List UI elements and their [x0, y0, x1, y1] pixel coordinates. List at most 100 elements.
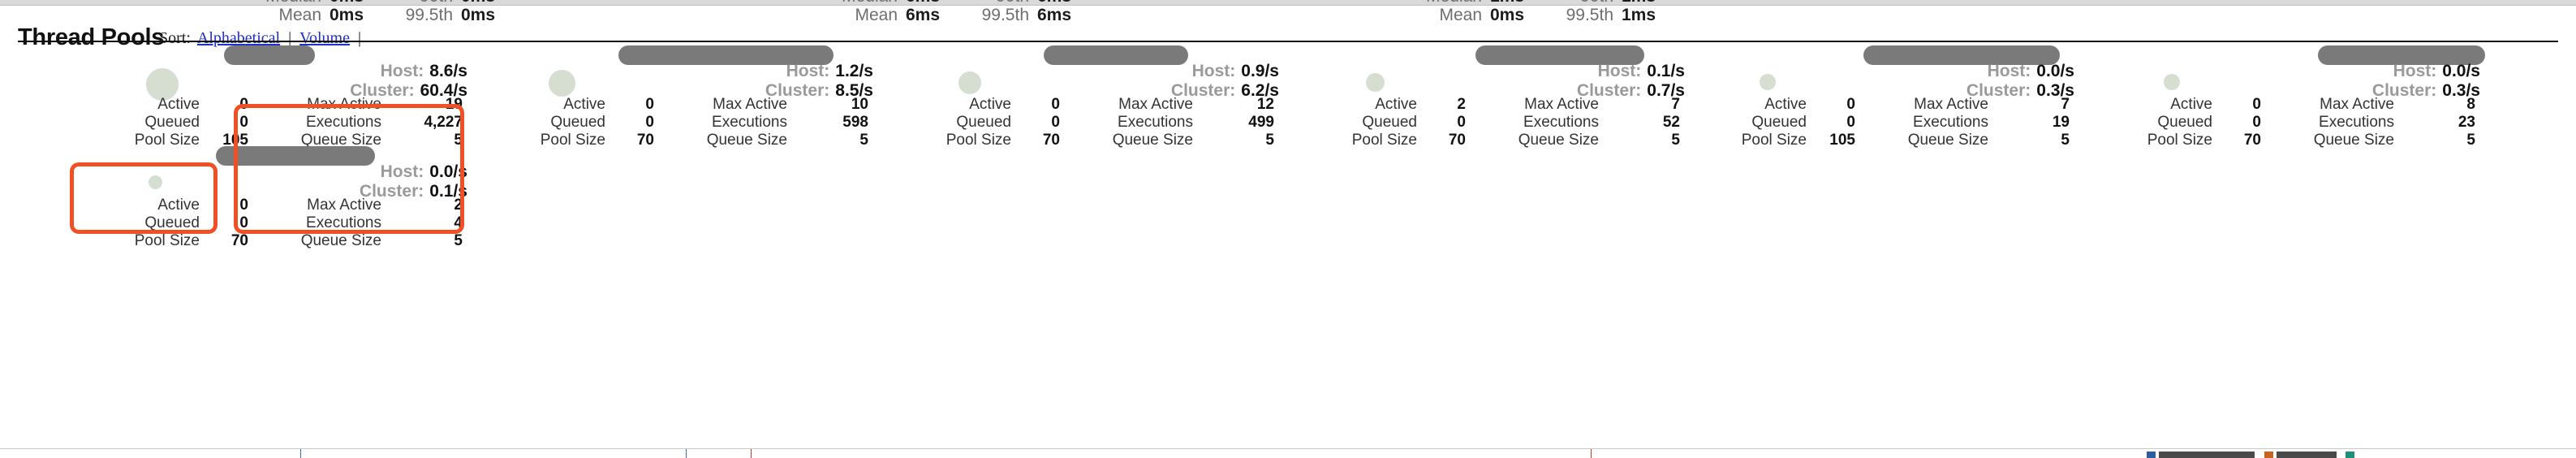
- header-divider: [18, 41, 2558, 42]
- sort-volume-link[interactable]: Volume: [299, 29, 350, 47]
- queue-size-label: Queue Size: [300, 232, 381, 249]
- host-rate-label: Host:: [1191, 62, 1236, 80]
- latency-row-percentile: Median 1ms 90th 1ms: [1412, 0, 1686, 6]
- thread-pool-stats: Active 0 Queued 0 Pool Size 105 Max Active 19 Ex…: [102, 96, 467, 149]
- table-row: Queued 0: [102, 114, 248, 132]
- host-rate-line: Host: 0.0/s: [2372, 62, 2480, 81]
- bottom-marker-4: [1591, 449, 1592, 458]
- sort-label: Sort:: [159, 29, 191, 47]
- table-row: Max Active 7: [1867, 96, 2070, 114]
- thread-pool-volume-circle: [149, 175, 162, 189]
- bottom-chip-4: [2277, 452, 2337, 458]
- bottom-marker-1: [300, 449, 301, 458]
- bottom-chip-1: [2147, 452, 2156, 458]
- thread-pool-rates: Host: 0.9/s Cluster: 6.2/s: [1171, 62, 1279, 101]
- mean-value: 0ms: [1490, 6, 1525, 24]
- queued-label: Queued: [956, 114, 1011, 131]
- thread-pool-stats-right: Max Active 2 Executions 4 Queue Size 5: [260, 197, 463, 250]
- median-label: Median: [1412, 0, 1482, 6]
- thread-pool-card[interactable]: Host: 0.0/s Cluster: 0.3/s Active 0 Queued 0 Poo…: [2109, 45, 2487, 149]
- thread-pool-rates: Host: 0.1/s Cluster: 0.7/s: [1577, 62, 1685, 101]
- table-row: Active 0: [2115, 96, 2261, 114]
- max-active-value: 19: [445, 96, 463, 113]
- queued-value: 0: [2252, 114, 2261, 131]
- queued-label: Queued: [2157, 114, 2212, 131]
- pool-size-value: 70: [230, 232, 248, 249]
- max-active-value: 10: [851, 96, 868, 113]
- table-row: Executions 52: [1477, 114, 1680, 132]
- host-rate-label: Host:: [380, 162, 424, 181]
- max-active-label: Max Active: [1118, 96, 1193, 113]
- thread-pool-card[interactable]: Host: 8.6/s Cluster: 60.4/s Active 0 Queued 0 Po…: [96, 45, 474, 149]
- max-active-label: Max Active: [713, 96, 787, 113]
- queued-label: Queued: [144, 214, 200, 231]
- median-value: 0ms: [330, 0, 373, 6]
- thread-pool-stats-left: Active 0 Queued 0 Pool Size 105: [1709, 96, 1855, 149]
- mean-label: Mean: [855, 6, 898, 24]
- thread-pool-stats-left: Active 0 Queued 0 Pool Size 70: [914, 96, 1060, 149]
- active-value: 0: [1846, 96, 1855, 113]
- queued-value: 0: [1457, 114, 1466, 131]
- table-row: Max Active 12: [1071, 96, 1274, 114]
- executions-value: 4: [454, 214, 463, 231]
- table-row: Max Active 8: [2272, 96, 2475, 114]
- thread-pool-stats-right: Max Active 7 Executions 52 Queue Size 5: [1477, 96, 1680, 149]
- p90-value: 1ms: [1622, 0, 1665, 6]
- thread-pool-card[interactable]: Host: 0.0/s Cluster: 0.1/s Active 0 Queued 0 Poo…: [96, 146, 474, 249]
- host-rate-value: 0.1/s: [1647, 62, 1685, 80]
- thread-pool-stats: Active 0 Queued 0 Pool Size 105 Max Active 7 Exe…: [1709, 96, 2074, 149]
- thread-pool-rates: Host: 0.0/s Cluster: 0.3/s: [2372, 62, 2480, 101]
- max-active-label: Max Active: [2320, 96, 2394, 113]
- active-value: 0: [1051, 96, 1060, 113]
- thread-pool-volume-circle: [2164, 74, 2180, 90]
- latency-strip: Median 0ms 90th 0ms Mean 0ms 99.5th 0ms Median 6m…: [0, 0, 2576, 24]
- p995-value: 0ms: [461, 6, 496, 24]
- queued-value: 0: [1846, 114, 1855, 131]
- active-label: Active: [563, 96, 605, 113]
- executions-value: 19: [2052, 114, 2070, 131]
- thread-pool-card[interactable]: Host: 0.1/s Cluster: 0.7/s Active 2 Queued 0 Poo…: [1313, 45, 1691, 149]
- bottom-marker-2: [686, 449, 687, 458]
- table-row: Active 0: [508, 96, 654, 114]
- table-row: Pool Size 70: [102, 232, 248, 250]
- host-rate-value: 0.0/s: [2442, 62, 2480, 80]
- max-active-value: 7: [2061, 96, 2070, 113]
- max-active-value: 2: [454, 197, 463, 214]
- executions-label: Executions: [1118, 114, 1193, 131]
- table-row: Active 0: [914, 96, 1060, 114]
- host-rate-value: 0.0/s: [429, 162, 467, 181]
- active-label: Active: [1764, 96, 1807, 113]
- max-active-value: 12: [1256, 96, 1274, 113]
- thread-pool-name-redacted: [216, 146, 375, 166]
- p90-label: 90th: [971, 0, 1029, 6]
- thread-pool-stats-right: Max Active 8 Executions 23 Queue Size 5: [2272, 96, 2475, 149]
- latency-group-2: Median 6ms 90th 6ms Mean 6ms 99.5th 6ms: [828, 0, 1102, 24]
- host-rate-label: Host:: [1597, 62, 1642, 80]
- table-row: Executions 4: [260, 214, 463, 232]
- active-value: 2: [1457, 96, 1466, 113]
- table-row: Queued 0: [1709, 114, 1855, 132]
- thread-pool-rates: Host: 0.0/s Cluster: 0.3/s: [1966, 62, 2074, 101]
- thread-pool-card[interactable]: Host: 0.9/s Cluster: 6.2/s Active 0 Queued 0 Poo…: [907, 45, 1286, 149]
- thread-pool-card[interactable]: Host: 0.0/s Cluster: 0.3/s Active 0 Queued 0 Poo…: [1703, 45, 2081, 149]
- queued-value: 0: [645, 114, 654, 131]
- executions-label: Executions: [712, 114, 787, 131]
- p995-label: 99.5th: [1566, 6, 1613, 24]
- table-row: Executions 23: [2272, 114, 2475, 132]
- table-row: Max Active 7: [1477, 96, 1680, 114]
- thread-pool-card[interactable]: Host: 1.2/s Cluster: 8.5/s Active 0 Queued 0 Poo…: [502, 45, 880, 149]
- thread-pool-stats-left: Active 0 Queued 0 Pool Size 70: [508, 96, 654, 149]
- host-rate-value: 8.6/s: [429, 62, 467, 80]
- p995-label: 99.5th: [981, 6, 1029, 24]
- thread-pool-stats-right: Max Active 7 Executions 19 Queue Size 5: [1867, 96, 2070, 149]
- queued-label: Queued: [550, 114, 605, 131]
- executions-label: Executions: [1523, 114, 1599, 131]
- active-label: Active: [157, 197, 200, 214]
- table-row: Queued 0: [102, 214, 248, 232]
- active-label: Active: [2170, 96, 2212, 113]
- p90-label: 90th: [1555, 0, 1613, 6]
- latency-group-3: Median 1ms 90th 1ms Mean 0ms 99.5th 1ms: [1412, 0, 1686, 24]
- mean-value: 6ms: [906, 6, 941, 24]
- queued-value: 0: [239, 214, 248, 231]
- sort-alphabetical-link[interactable]: Alphabetical: [197, 29, 280, 47]
